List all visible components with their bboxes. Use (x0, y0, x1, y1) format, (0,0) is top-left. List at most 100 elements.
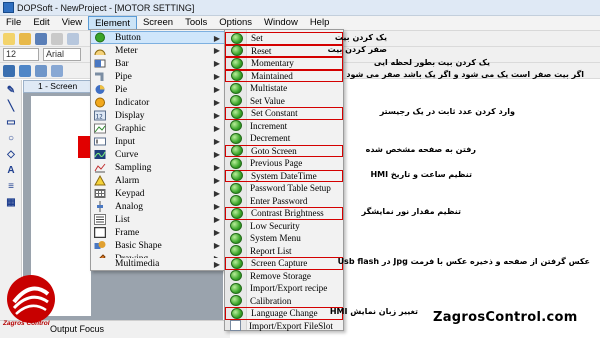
menu-item-pie[interactable]: Pie ▶ (91, 83, 224, 96)
rectangle-icon[interactable]: ▭ (5, 118, 17, 128)
menu-view[interactable]: View (56, 16, 88, 30)
submenu-item-screen-capture[interactable]: Screen Capture (225, 257, 343, 270)
menu-edit[interactable]: Edit (27, 16, 55, 30)
submenu-item-set[interactable]: Set (225, 32, 343, 45)
menu-item-keypad[interactable]: Keypad ▶ (91, 187, 224, 200)
new-file-icon[interactable] (3, 32, 15, 45)
menu-item-alarm[interactable]: Alarm ▶ (91, 174, 224, 187)
menu-item-indicator[interactable]: Indicator ▶ (91, 96, 224, 109)
submenu-item-reset[interactable]: Reset (225, 44, 343, 57)
zagros-control-logo (7, 275, 55, 323)
menu-item-label: Alarm (115, 175, 140, 186)
line-icon[interactable]: ╲ (5, 102, 17, 112)
submenu-item-label: Import/Export recipe (250, 283, 328, 294)
screen-icon[interactable] (3, 64, 15, 77)
svg-text:12: 12 (96, 114, 104, 121)
menu-item-graphic[interactable]: Graphic ▶ (91, 122, 224, 135)
open-folder-icon[interactable] (19, 32, 31, 45)
submenu-item-set-value[interactable]: Set Value (225, 95, 343, 108)
submenu-arrow-icon: ▶ (213, 163, 220, 172)
submenu-item-language-change[interactable]: Language Change (225, 307, 343, 320)
submenu-arrow-icon: ▶ (213, 98, 220, 107)
submenu-item-increment[interactable]: Increment (225, 120, 343, 133)
bitmap-icon[interactable] (35, 64, 47, 77)
menu-help[interactable]: Help (304, 16, 336, 30)
submenu-item-import-export-recipe[interactable]: Import/Export recipe (225, 282, 343, 295)
submenu-arrow-icon: ▶ (213, 189, 220, 198)
menu-screen[interactable]: Screen (137, 16, 179, 30)
submenu-arrow-icon: ▶ (213, 111, 220, 120)
sampling-icon (94, 162, 106, 173)
submenu-item-decrement[interactable]: Decrement (225, 132, 343, 145)
annotation-set: یک کردن بیت (334, 33, 387, 42)
submenu-arrow-icon: ▶ (213, 59, 220, 68)
menu-item-curve[interactable]: Curve ▶ (91, 148, 224, 161)
submenu-item-import-export-fileslot[interactable]: Import/Export FileSlot (225, 320, 343, 333)
submenu-arrow-icon: ▶ (213, 85, 220, 94)
print-icon[interactable] (51, 32, 63, 45)
submenu-item-system-menu[interactable]: System Menu (225, 232, 343, 245)
save-icon[interactable] (35, 32, 47, 45)
layer-icon[interactable] (51, 64, 63, 77)
submenu-arrow-icon: ▶ (213, 46, 220, 55)
menu-item-input[interactable]: Input ▶ (91, 135, 224, 148)
pencil-icon[interactable]: ✎ (5, 86, 17, 96)
submenu-item-contrast-brightness[interactable]: Contrast Brightness (225, 207, 343, 220)
font-size-select[interactable]: 12 (3, 48, 39, 61)
submenu-item-label: Language Change (251, 308, 318, 319)
submenu-item-low-security[interactable]: Low Security (225, 220, 343, 233)
menu-item-label: Frame (115, 227, 140, 238)
submenu-item-enter-password[interactable]: Enter Password (225, 195, 343, 208)
pie-icon (94, 84, 106, 95)
app-icon (3, 2, 14, 13)
submenu-arrow-icon: ▶ (213, 72, 220, 81)
screen-tab[interactable]: 1 - Screen (23, 80, 93, 93)
menu-element[interactable]: Element (88, 16, 137, 30)
menu-window[interactable]: Window (258, 16, 304, 30)
annotation-set-constant: وارد کردن عدد ثابت در یک رجیستر (379, 107, 515, 116)
annotation-goto-screen: رفتن به صفحه مشخص شده (365, 145, 476, 154)
submenu-item-remove-storage[interactable]: Remove Storage (225, 270, 343, 283)
green-button-icon (231, 145, 243, 157)
submenu-item-goto-screen[interactable]: Goto Screen (225, 144, 343, 157)
menu-item-multimedia[interactable]: Multimedia ▶ (90, 258, 225, 271)
submenu-item-system-datetime[interactable]: System DateTime (225, 169, 343, 182)
table-icon[interactable]: ▦ (5, 198, 17, 208)
annotation-screen-capture: عکس گرفتن از صفحه و ذخیره عکس با فرمت Jp… (337, 257, 590, 266)
menu-item-list[interactable]: List ▶ (91, 213, 224, 226)
menu-options[interactable]: Options (213, 16, 258, 30)
annotation-language-change: تغییر زبان نمایش HMI (329, 307, 418, 316)
menu-item-frame[interactable]: Frame ▶ (91, 226, 224, 239)
menu-item-sampling[interactable]: Sampling ▶ (91, 161, 224, 174)
menu-file[interactable]: File (0, 16, 27, 30)
menu-item-bar[interactable]: Bar ▶ (91, 57, 224, 70)
submenu-item-maintained[interactable]: Maintained (225, 69, 343, 82)
menu-item-analog[interactable]: Analog ▶ (91, 200, 224, 213)
menu-item-pipe[interactable]: Pipe ▶ (91, 70, 224, 83)
submenu-item-previous-page[interactable]: Previous Page (225, 157, 343, 170)
polygon-icon[interactable]: ◇ (5, 150, 17, 160)
submenu-item-label: System DateTime (251, 170, 317, 181)
cut-icon[interactable] (67, 32, 79, 45)
submenu-item-set-constant[interactable]: Set Constant (225, 107, 343, 120)
pipe-icon (94, 71, 106, 82)
submenu-item-report-list[interactable]: Report List (225, 245, 343, 258)
text-icon[interactable]: A (5, 166, 17, 176)
menu-item-basic-shape[interactable]: Basic Shape ▶ (91, 239, 224, 252)
submenu-item-password-table-setup[interactable]: Password Table Setup (225, 182, 343, 195)
button-icon (94, 32, 106, 43)
submenu-item-label: Contrast Brightness (251, 208, 324, 219)
submenu-item-multistate[interactable]: Multistate (225, 82, 343, 95)
menu-item-button[interactable]: Button ▶ (91, 31, 224, 44)
menu-item-display[interactable]: 12 Display ▶ (91, 109, 224, 122)
submenu-item-label: Remove Storage (250, 270, 311, 281)
submenu-item-momentary[interactable]: Momentary (225, 57, 343, 70)
font-name-select[interactable]: Arial (43, 48, 81, 61)
submenu-item-calibration[interactable]: Calibration (225, 295, 343, 308)
annotation-maintained: اگر بیت صفر است یک می شود و اگر یک باشد … (346, 70, 584, 79)
scale-icon[interactable]: ≡ (5, 182, 17, 192)
window-icon[interactable] (19, 64, 31, 77)
menu-tools[interactable]: Tools (179, 16, 213, 30)
ellipse-icon[interactable]: ○ (5, 134, 17, 144)
menu-item-meter[interactable]: Meter ▶ (91, 44, 224, 57)
